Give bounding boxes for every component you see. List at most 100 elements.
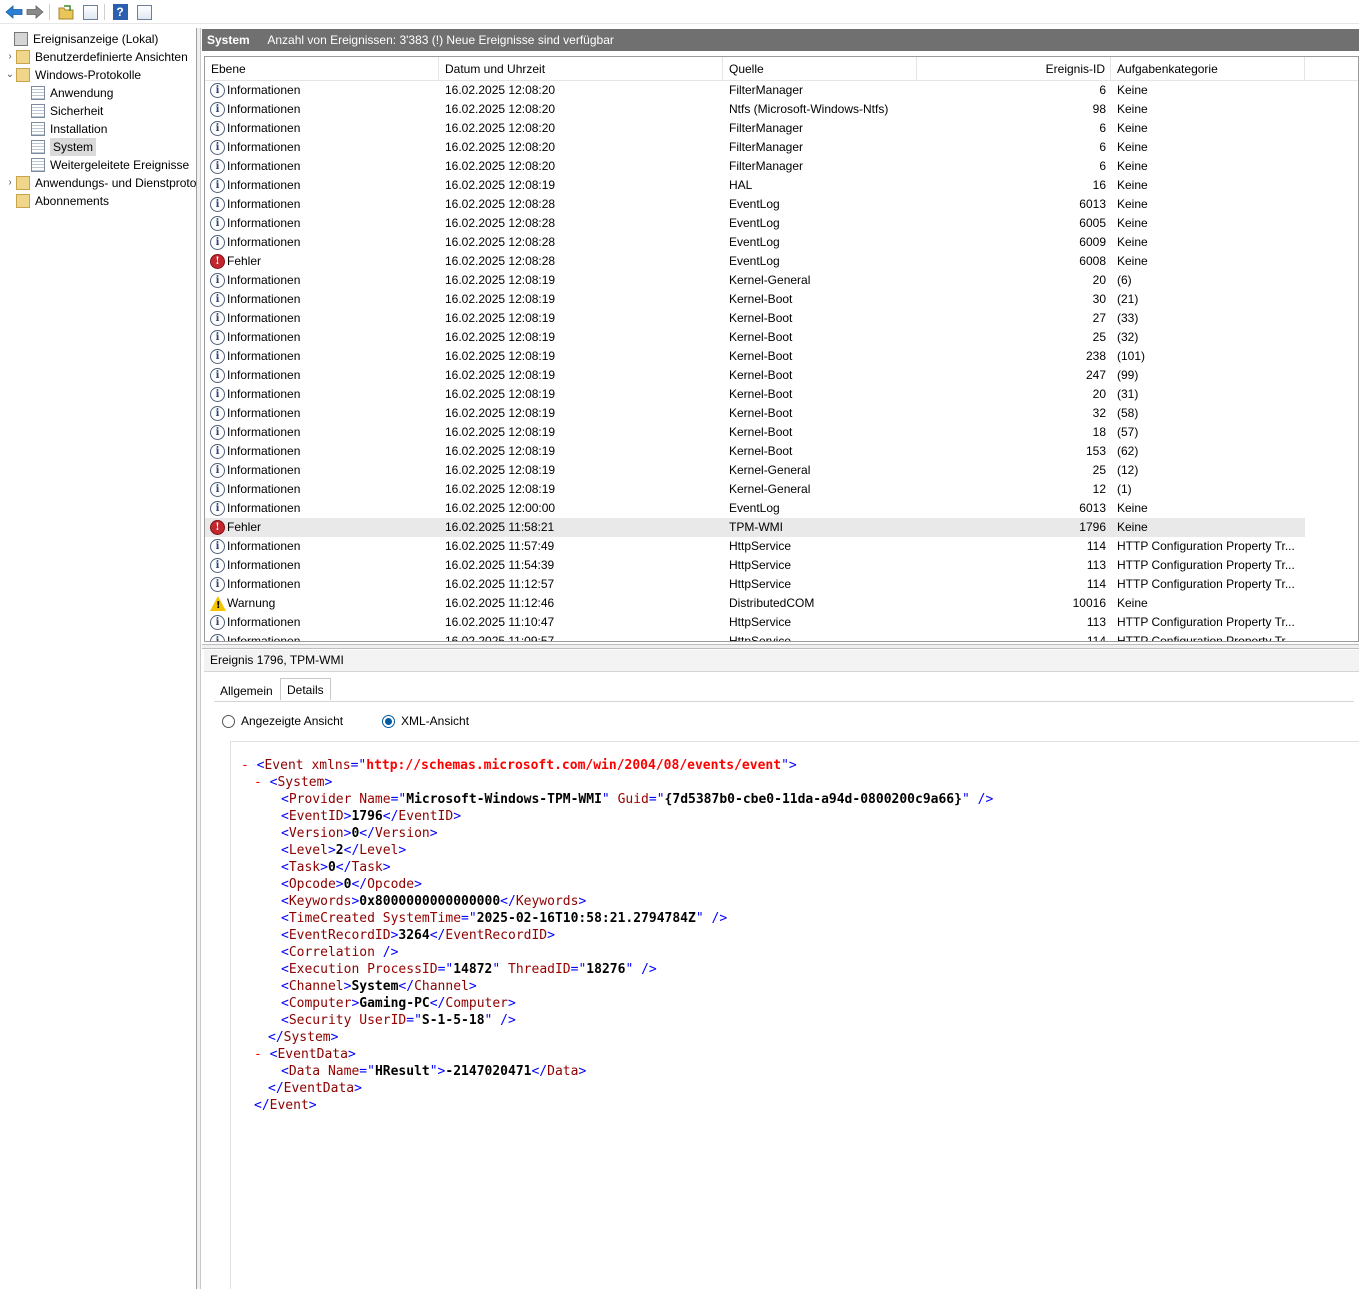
column-header-task-category[interactable]: Aufgabenkategorie	[1111, 57, 1305, 81]
info-icon: i	[210, 558, 225, 573]
table-row[interactable]: i Informationen 16.02.2025 12:08:19 Kernel-…	[205, 328, 1305, 347]
table-row[interactable]: i Informationen 16.02.2025 12:08:28 EventLo…	[205, 214, 1305, 233]
column-header-date[interactable]: Datum und Uhrzeit	[439, 57, 723, 81]
table-row[interactable]: i Informationen 16.02.2025 12:08:19 Kernel-…	[205, 480, 1305, 499]
cell-date: 16.02.2025 12:08:20	[445, 83, 556, 97]
xml-eventid: <EventID>1796</EventID>	[281, 809, 462, 824]
table-row[interactable]: ! Fehler 16.02.2025 12:08:28 EventLog 6008 Ke…	[205, 252, 1305, 271]
table-row[interactable]: i Informationen 16.02.2025 11:10:47 HttpSer…	[205, 613, 1305, 632]
radio-button-selected[interactable]	[382, 714, 395, 728]
table-row[interactable]: i Informationen 16.02.2025 11:54:39 HttpSer…	[205, 556, 1305, 575]
table-row[interactable]: i Informationen 16.02.2025 12:08:28 EventLo…	[205, 195, 1305, 214]
column-header-event-id[interactable]: Ereignis-ID	[917, 57, 1111, 81]
table-row[interactable]: i Informationen 16.02.2025 12:00:00 EventLo…	[205, 499, 1305, 518]
table-row[interactable]: i Informationen 16.02.2025 12:08:19 Kernel-…	[205, 442, 1305, 461]
info-icon: i	[210, 197, 225, 212]
table-row[interactable]: i Informationen 16.02.2025 12:08:19 Kernel-…	[205, 423, 1305, 442]
table-row[interactable]: i Informationen 16.02.2025 11:57:49 HttpSer…	[205, 537, 1305, 556]
table-row[interactable]: i Informationen 16.02.2025 12:08:20 FilterM…	[205, 81, 1305, 100]
cell-level: Informationen	[227, 216, 301, 230]
table-row[interactable]: ! Warnung 16.02.2025 11:12:46 DistributedCO…	[205, 594, 1305, 613]
cell-task-category: HTTP Configuration Property Tr...	[1117, 539, 1295, 553]
table-row[interactable]: i Informationen 16.02.2025 12:08:19 Kernel-…	[205, 461, 1305, 480]
help-icon[interactable]: ?	[110, 2, 130, 22]
cell-level: Informationen	[227, 102, 301, 116]
chevron-right-icon[interactable]: ›	[4, 174, 16, 192]
table-row[interactable]: i Informationen 16.02.2025 12:08:19 Kernel-…	[205, 290, 1305, 309]
cell-level: Informationen	[227, 178, 301, 192]
cell-date: 16.02.2025 11:09:57	[445, 634, 555, 642]
chevron-right-icon[interactable]: ›	[4, 48, 16, 66]
action-pane-icon[interactable]	[134, 2, 154, 22]
tree-item-app-service-logs[interactable]: › Anwendungs- und Dienstprotokolle	[4, 174, 196, 192]
table-row[interactable]: i Informationen 16.02.2025 12:08:19 Kernel-…	[205, 366, 1305, 385]
cell-task-category: Keine	[1117, 254, 1148, 268]
cell-source: Kernel-General	[729, 482, 811, 496]
radio-button[interactable]	[222, 714, 235, 728]
cell-date: 16.02.2025 12:08:19	[445, 387, 556, 401]
horizontal-splitter[interactable]	[202, 644, 1359, 649]
tree-item-custom-views[interactable]: › Benutzerdefinierte Ansichten	[4, 48, 188, 66]
table-row[interactable]: i Informationen 16.02.2025 12:08:19 Kernel-…	[205, 385, 1305, 404]
cell-source: HttpService	[729, 558, 792, 572]
cell-date: 16.02.2025 11:10:47	[445, 615, 555, 629]
table-row[interactable]: i Informationen 16.02.2025 12:08:19 Kernel-…	[205, 271, 1305, 290]
collapse-toggle[interactable]: -	[254, 775, 262, 790]
xml-channel: <Channel>System</Channel>	[281, 979, 477, 994]
back-arrow-icon[interactable]	[4, 2, 24, 22]
cell-level: Informationen	[227, 463, 301, 477]
table-row[interactable]: i Informationen 16.02.2025 12:08:20 FilterM…	[205, 138, 1305, 157]
cell-task-category: Keine	[1117, 596, 1148, 610]
column-header-level[interactable]: Ebene	[205, 57, 439, 81]
open-folder-icon[interactable]	[56, 2, 76, 22]
collapse-toggle[interactable]: -	[254, 1047, 262, 1062]
folder-icon	[16, 176, 30, 190]
table-row[interactable]: i Informationen 16.02.2025 12:08:19 Kernel-…	[205, 309, 1305, 328]
table-row[interactable]: i Informationen 16.02.2025 12:08:19 HAL 16 Ke…	[205, 176, 1305, 195]
tab-general[interactable]: Allgemein	[214, 680, 279, 702]
tree-item-application[interactable]: Anwendung	[31, 84, 113, 102]
radio-xml-label: XML-Ansicht	[401, 714, 470, 728]
tab-details[interactable]: Details	[280, 678, 331, 700]
console-tree-icon[interactable]	[80, 2, 100, 22]
table-row[interactable]: i Informationen 16.02.2025 11:12:57 HttpSer…	[205, 575, 1305, 594]
pane-splitter[interactable]	[197, 28, 201, 1289]
table-row[interactable]: i Informationen 16.02.2025 12:08:20 FilterM…	[205, 119, 1305, 138]
cell-date: 16.02.2025 12:08:19	[445, 330, 556, 344]
tree-item-windows-logs[interactable]: ⌄ Windows-Protokolle	[4, 66, 141, 84]
column-header-source[interactable]: Quelle	[723, 57, 917, 81]
xml-correlation: <Correlation />	[281, 945, 399, 960]
info-icon: i	[210, 121, 225, 136]
table-row[interactable]: i Informationen 16.02.2025 12:08:28 EventLo…	[205, 233, 1305, 252]
xml-provider: <Provider Name="Microsoft-Windows-TPM-WM…	[281, 792, 994, 807]
tree-item-security[interactable]: Sicherheit	[31, 102, 103, 120]
xml-data: <Data Name="HResult">-2147020471</Data>	[281, 1064, 587, 1079]
cell-source: HttpService	[729, 634, 792, 642]
tree-item-setup[interactable]: Installation	[31, 120, 107, 138]
cell-source: Kernel-Boot	[729, 292, 793, 306]
table-row[interactable]: ! Fehler 16.02.2025 11:58:21 TPM-WMI 1796 Kei…	[205, 518, 1305, 537]
tree-item-subscriptions[interactable]: Abonnements	[4, 192, 109, 210]
table-row[interactable]: i Informationen 16.02.2025 12:08:19 Kernel-…	[205, 347, 1305, 366]
collapse-toggle[interactable]: -	[241, 758, 249, 773]
radio-friendly-view[interactable]: Angezeigte Ansicht	[222, 714, 343, 728]
cell-event-id: 114	[1086, 634, 1106, 642]
table-row[interactable]: i Informationen 16.02.2025 12:08:19 Kernel-…	[205, 404, 1305, 423]
forward-arrow-icon[interactable]	[25, 2, 45, 22]
tree-item-system[interactable]: System	[31, 138, 97, 156]
cell-level: Informationen	[227, 349, 301, 363]
table-row[interactable]: i Informationen 16.02.2025 12:08:20 FilterM…	[205, 157, 1305, 176]
cell-source: Kernel-Boot	[729, 444, 793, 458]
cell-source: Ntfs (Microsoft-Windows-Ntfs)	[729, 102, 889, 116]
tree-item-event-viewer-local[interactable]: Ereignisanzeige (Lokal)	[2, 30, 158, 48]
cell-date: 16.02.2025 12:08:19	[445, 463, 556, 477]
xml-eventrecordid: <EventRecordID>3264</EventRecordID>	[281, 928, 555, 943]
table-row[interactable]: i Informationen 16.02.2025 12:08:20 Ntfs (M…	[205, 100, 1305, 119]
chevron-down-icon[interactable]: ⌄	[4, 66, 16, 84]
radio-xml-view[interactable]: XML-Ansicht	[382, 714, 469, 728]
tree-item-forwarded-events[interactable]: Weitergeleitete Ereignisse	[31, 156, 189, 174]
cell-source: HttpService	[729, 615, 792, 629]
cell-level: Informationen	[227, 311, 301, 325]
info-icon: i	[210, 501, 225, 516]
table-row[interactable]: i Informationen 16.02.2025 11:09:57 HttpSer…	[205, 632, 1305, 642]
